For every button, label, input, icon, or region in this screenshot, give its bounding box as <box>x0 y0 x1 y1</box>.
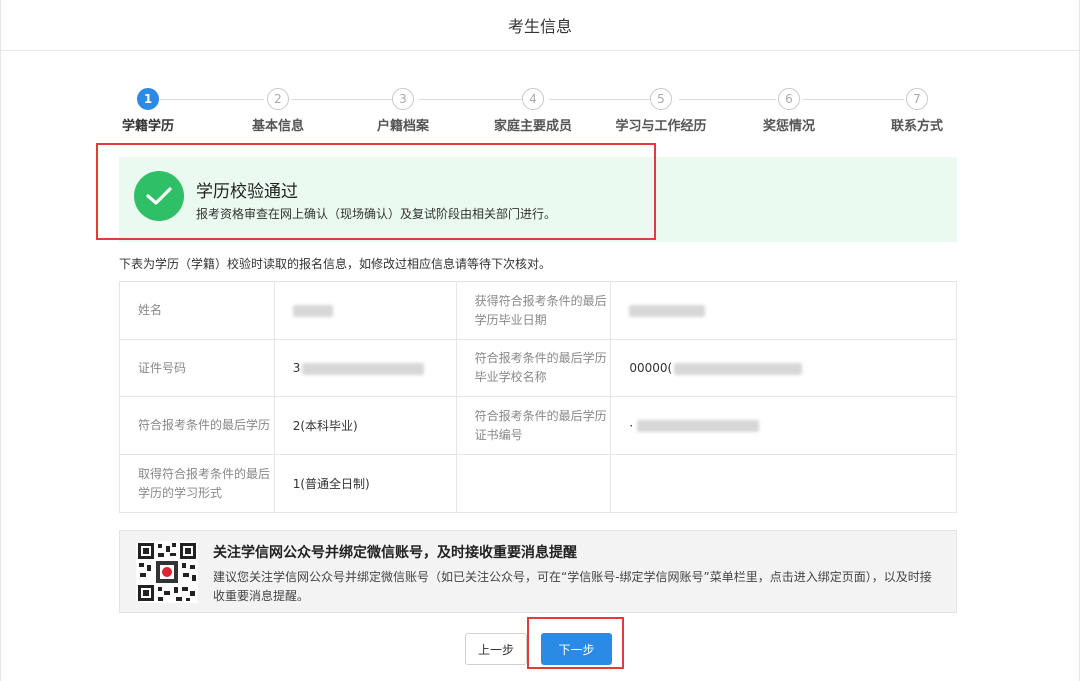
redacted-value <box>302 362 425 375</box>
cert-value: · <box>610 396 957 455</box>
step-1[interactable]: 1 学籍学历 <box>93 88 203 134</box>
table-row: 符合报考条件的最后学历 2(本科毕业) 符合报考条件的最后学历证书编号 · <box>119 396 957 455</box>
step-4[interactable]: 4 家庭主要成员 <box>478 88 588 134</box>
redacted-value <box>674 362 803 375</box>
cert-label: 符合报考条件的最后学历证书编号 <box>455 396 612 455</box>
highlight-box <box>96 143 656 240</box>
step-label: 家庭主要成员 <box>493 119 572 134</box>
step-3[interactable]: 3 户籍档案 <box>348 88 458 134</box>
redacted-value <box>292 305 333 317</box>
highlight-box <box>527 617 624 669</box>
wechat-follow-banner: 关注学信网公众号并绑定微信账号，及时接收重要消息提醒 建议您关注学信网公众号并绑… <box>119 530 957 613</box>
step-number: 4 <box>522 88 544 110</box>
degree-value: 2(本科毕业) <box>273 396 457 455</box>
id-value-visible: 3 <box>292 361 301 375</box>
progress-steps: 1 学籍学历 2 基本信息 3 户籍档案 4 家庭主要成员 5 学习与工作经历 … <box>110 88 956 138</box>
wechat-banner-description: 建议您关注学信网公众号并绑定微信账号（如已关注公众号，可在“学信账号-绑定学信网… <box>213 570 932 603</box>
step-label: 学习与工作经历 <box>615 119 707 134</box>
step-number: 2 <box>267 88 289 110</box>
empty-cell <box>610 454 957 513</box>
step-label: 学籍学历 <box>121 119 174 134</box>
step-number: 6 <box>778 88 800 110</box>
step-number: 1 <box>137 88 159 110</box>
step-label: 基本信息 <box>251 119 304 134</box>
previous-step-button[interactable]: 上一步 <box>465 633 527 665</box>
school-value-visible: 00000( <box>629 361 673 375</box>
table-row: 证件号码 3 符合报考条件的最后学历毕业学校名称 00000( <box>119 339 957 397</box>
step-6[interactable]: 6 奖惩情况 <box>734 88 844 134</box>
redacted-value <box>637 420 760 432</box>
registration-info-table: 姓名 获得符合报考条件的最后学历毕业日期 证件号码 3 符合报考条件的最后学历毕… <box>119 281 957 513</box>
degree-label: 符合报考条件的最后学历 <box>119 396 275 455</box>
step-label: 奖惩情况 <box>762 119 815 134</box>
step-label: 联系方式 <box>890 119 943 134</box>
wechat-banner-title: 关注学信网公众号并绑定微信账号，及时接收重要消息提醒 <box>213 545 577 561</box>
id-label: 证件号码 <box>119 339 275 397</box>
table-row: 姓名 获得符合报考条件的最后学历毕业日期 <box>119 281 957 340</box>
school-label: 符合报考条件的最后学历毕业学校名称 <box>455 339 612 397</box>
step-number: 5 <box>650 88 672 110</box>
name-value <box>273 281 457 340</box>
name-label: 姓名 <box>119 281 275 340</box>
grad-date-value <box>610 281 957 340</box>
cert-value-visible: · <box>629 418 634 433</box>
qr-code-icon <box>136 541 198 603</box>
grad-date-label: 获得符合报考条件的最后学历毕业日期 <box>455 281 612 340</box>
step-7[interactable]: 7 联系方式 <box>862 88 972 134</box>
page-title: 考生信息 <box>507 17 572 36</box>
empty-cell <box>455 454 612 513</box>
redacted-value <box>629 305 706 317</box>
school-value: 00000( <box>610 339 957 397</box>
study-form-value: 1(普通全日制) <box>273 454 457 513</box>
step-number: 7 <box>906 88 928 110</box>
info-notice: 下表为学历（学籍）校验时读取的报名信息，如修改过相应信息请等待下次核对。 <box>119 257 552 271</box>
id-value: 3 <box>273 339 457 397</box>
step-5[interactable]: 5 学习与工作经历 <box>606 88 716 134</box>
page-header: 考生信息 <box>0 0 1080 51</box>
table-row: 取得符合报考条件的最后学历的学习形式 1(普通全日制) <box>119 454 957 513</box>
study-form-label: 取得符合报考条件的最后学历的学习形式 <box>119 454 275 513</box>
step-2[interactable]: 2 基本信息 <box>223 88 333 134</box>
step-label: 户籍档案 <box>376 119 429 134</box>
step-number: 3 <box>392 88 414 110</box>
